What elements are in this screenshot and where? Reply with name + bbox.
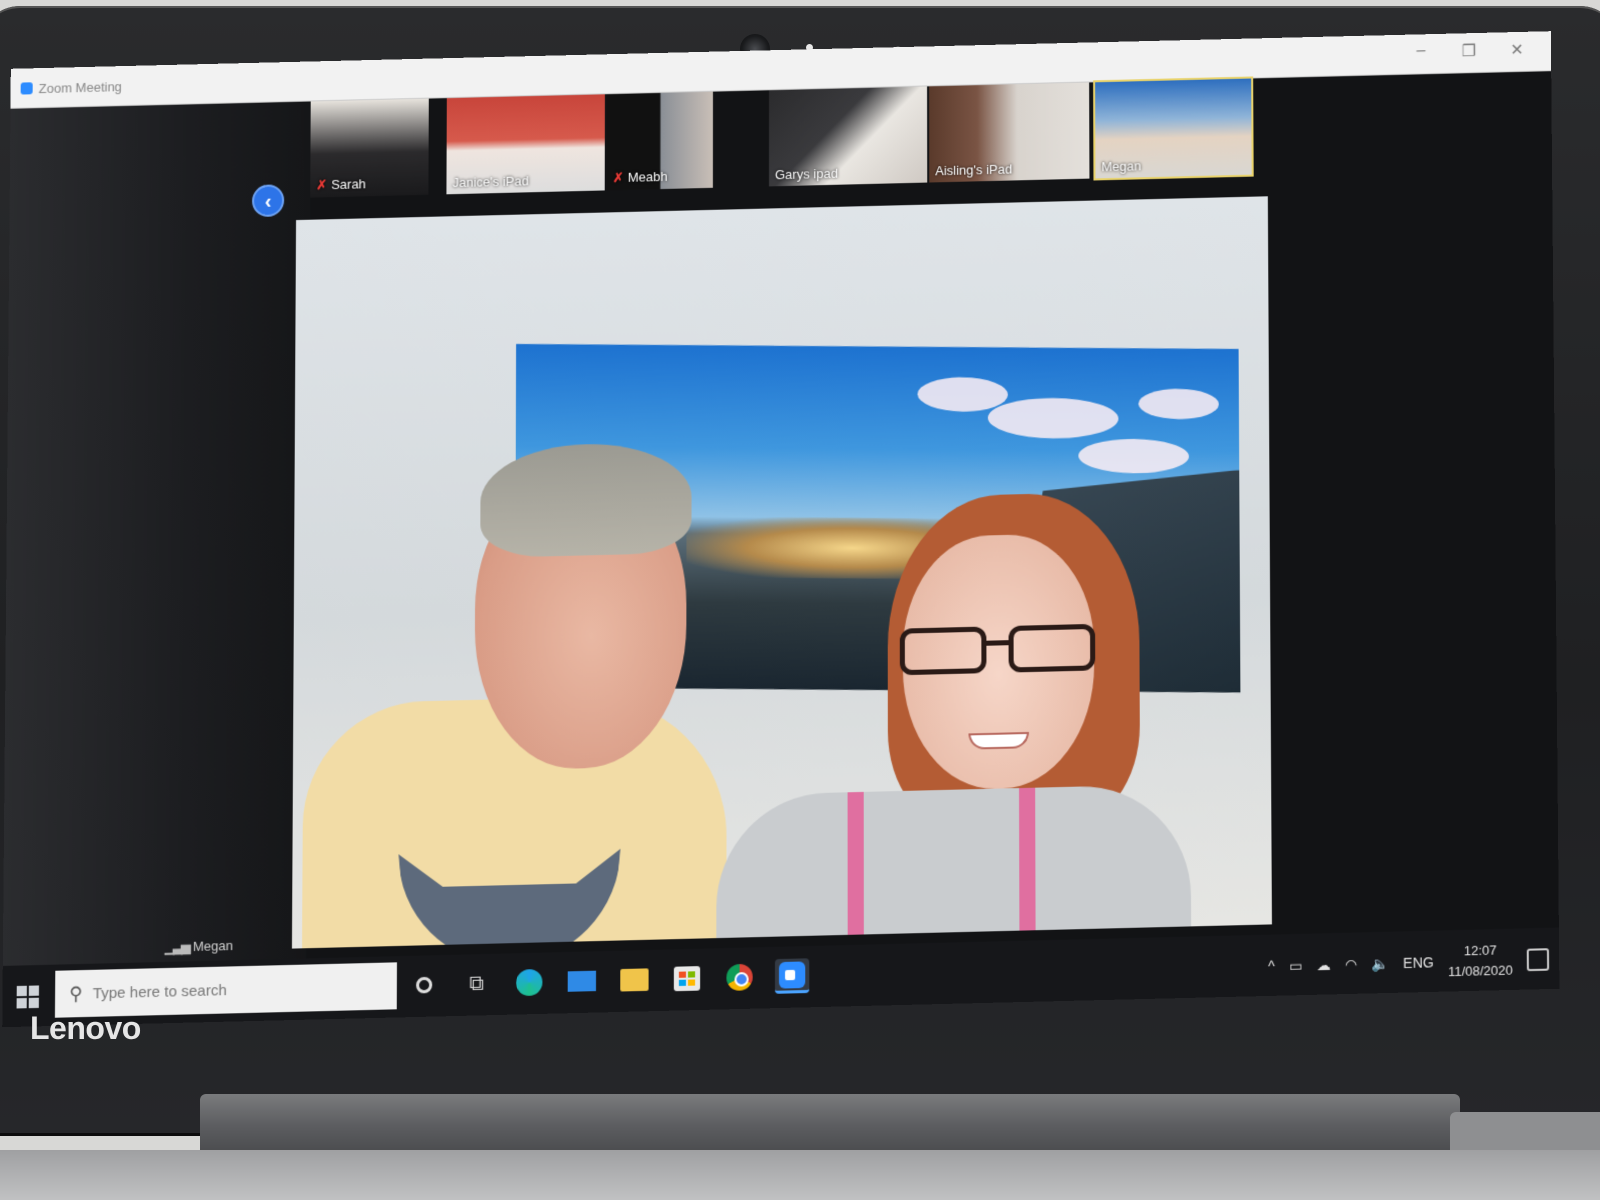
chrome-button[interactable] <box>722 960 756 996</box>
search-icon: ⚲ <box>69 982 83 1004</box>
wifi-icon[interactable]: ◠ <box>1345 955 1357 973</box>
restore-button[interactable]: ❐ <box>1449 41 1489 62</box>
window-title: Zoom Meeting <box>38 79 122 97</box>
edge-icon <box>516 968 543 997</box>
clock-date: 11/08/2020 <box>1447 962 1513 980</box>
zoom-icon <box>778 960 806 989</box>
collapse-strip-button[interactable]: ‹ <box>251 184 285 218</box>
task-view-icon: ⧉ <box>469 971 484 995</box>
left-panel: ‹ ▁▃▅ Megan <box>2 101 311 968</box>
laptop-base <box>0 1150 1600 1200</box>
zoom-taskbar-button[interactable] <box>774 958 810 994</box>
participant-name: Janice's iPad <box>452 173 529 191</box>
meeting-area: ‹ ▁▃▅ Megan ✗ Sarah Janice's iPad ✗ Meabh <box>2 71 1559 968</box>
active-speaker-name: Megan <box>192 937 234 955</box>
taskbar-clock[interactable]: 12:07 11/08/2020 <box>1448 940 1513 982</box>
cortana-button[interactable] <box>407 967 442 1003</box>
lenovo-logo: Lenovo <box>30 1010 141 1046</box>
minimize-button[interactable]: – <box>1401 42 1441 61</box>
chrome-icon <box>726 963 753 991</box>
store-button[interactable] <box>670 961 704 997</box>
start-button[interactable] <box>16 985 40 1009</box>
close-button[interactable]: ✕ <box>1497 40 1537 61</box>
participant-name: Garys ipad <box>774 165 838 183</box>
laptop-base-corner <box>1450 1112 1600 1152</box>
battery-icon[interactable]: ▭ <box>1289 957 1302 975</box>
chevron-up-icon[interactable]: ^ <box>1268 958 1275 974</box>
laptop-screen: Zoom Meeting – ❐ ✕ ‹ ▁▃▅ Megan ✗ Sarah J… <box>2 31 1560 1028</box>
clock-time: 12:07 <box>1463 942 1497 959</box>
participant-name: Megan <box>1101 158 1142 175</box>
photo-scene: Zoom Meeting – ❐ ✕ ‹ ▁▃▅ Megan ✗ Sarah J… <box>0 0 1600 1200</box>
participant-tile[interactable]: ✗ Meabh <box>606 91 713 191</box>
participant-tile[interactable]: Aisling's iPad <box>929 82 1090 183</box>
mail-button[interactable] <box>565 963 599 999</box>
file-explorer-button[interactable] <box>617 962 651 998</box>
active-speaker-label: ▁▃▅ Megan <box>165 938 234 956</box>
video-person-man <box>301 431 727 949</box>
zoom-app-icon <box>20 82 33 95</box>
search-placeholder: Type here to search <box>92 981 227 1002</box>
cortana-icon <box>416 976 433 994</box>
language-indicator[interactable]: ENG <box>1403 954 1434 971</box>
video-person-woman <box>716 490 1192 949</box>
task-view-button[interactable]: ⧉ <box>459 966 493 1002</box>
onedrive-cloud-icon[interactable]: ☁ <box>1316 956 1330 974</box>
laptop-bezel: Zoom Meeting – ❐ ✕ ‹ ▁▃▅ Megan ✗ Sarah J… <box>0 6 1600 1136</box>
store-icon <box>673 966 701 992</box>
active-speaker-video <box>291 196 1272 949</box>
mic-muted-icon: ✗ <box>612 169 624 186</box>
volume-icon[interactable]: 🔈 <box>1371 955 1389 973</box>
file-explorer-icon <box>620 968 649 992</box>
edge-button[interactable] <box>512 965 546 1001</box>
participant-name: Sarah <box>331 176 367 193</box>
participant-tile[interactable]: Garys ipad <box>768 86 928 187</box>
chevron-left-icon: ‹ <box>264 190 272 213</box>
mic-muted-icon: ✗ <box>316 177 328 193</box>
participant-tile[interactable]: Janice's iPad <box>446 94 605 195</box>
notification-center-icon[interactable] <box>1526 948 1550 972</box>
participant-name: Aisling's iPad <box>935 161 1013 179</box>
mail-icon <box>568 971 596 992</box>
glasses <box>899 623 1097 676</box>
participant-tile[interactable]: ✗ Sarah <box>310 98 429 198</box>
pinned-apps: ⧉ <box>407 952 810 1009</box>
system-tray: ^ ▭ ☁ ◠ 🔈 ENG 12:07 11/08/2020 <box>1268 938 1550 988</box>
participant-name: Meabh <box>627 168 668 185</box>
signal-bars-icon: ▁▃▅ <box>164 938 189 955</box>
participant-tile-active[interactable]: Megan <box>1093 76 1254 181</box>
